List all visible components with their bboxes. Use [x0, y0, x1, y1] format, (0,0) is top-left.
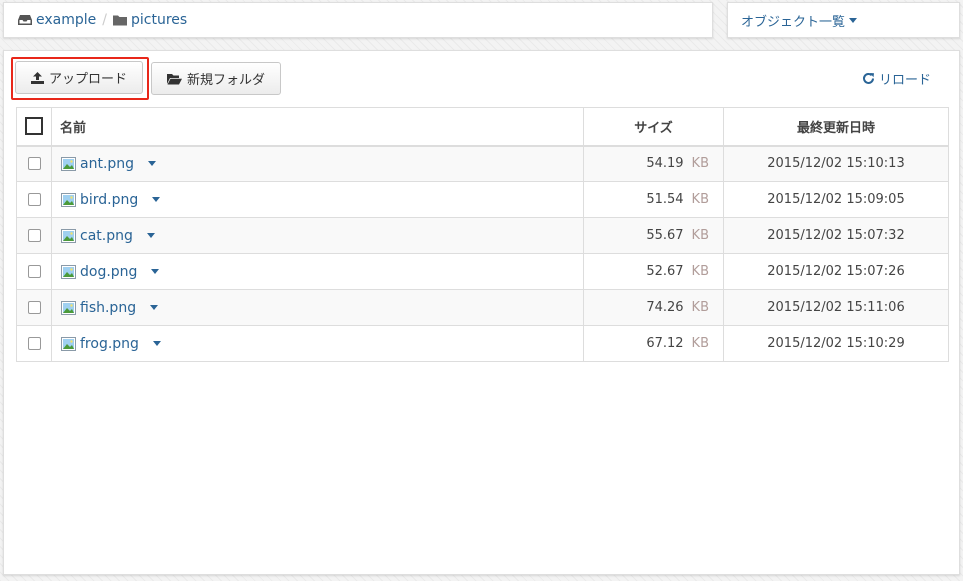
- file-modified-cell: 2015/12/02 15:10:29: [723, 325, 949, 362]
- row-checkbox[interactable]: [27, 265, 41, 278]
- table-row: frog.png 67.12 KB 2015/12/02 15:10:29: [16, 325, 949, 362]
- chevron-down-icon[interactable]: [152, 197, 161, 202]
- upload-icon: [30, 71, 44, 84]
- file-size-value: 74.26: [646, 300, 684, 315]
- file-size-value: 51.54: [646, 192, 684, 207]
- file-size-cell: 55.67 KB: [583, 217, 724, 254]
- file-modified-cell: 2015/12/02 15:09:05: [723, 181, 949, 218]
- row-checkbox[interactable]: [27, 229, 41, 242]
- row-select-cell: [16, 217, 52, 254]
- row-select-cell: [16, 181, 52, 218]
- file-size-cell: 54.19 KB: [583, 145, 724, 182]
- image-file-icon: [61, 336, 76, 351]
- file-table: 名前 サイズ 最終更新日時 ant.png 54.19 KB 2015/12/0…: [16, 107, 949, 362]
- table-row: ant.png 54.19 KB 2015/12/02 15:10:13: [16, 145, 949, 182]
- chevron-down-icon[interactable]: [148, 161, 157, 167]
- image-file-icon: [61, 300, 76, 315]
- file-size-unit: KB: [691, 228, 709, 243]
- objects-dropdown-label: オブジェクト一覧: [741, 14, 846, 30]
- objects-dropdown[interactable]: オブジェクト一覧: [728, 3, 959, 37]
- upload-button[interactable]: アップロード: [15, 61, 143, 94]
- objects-panel: オブジェクト一覧: [727, 2, 960, 38]
- select-all-checkbox[interactable]: [25, 117, 43, 136]
- row-select-cell: [16, 253, 52, 290]
- row-select-cell: [16, 325, 52, 362]
- file-name-cell: fish.png: [51, 289, 584, 326]
- image-file-icon: [61, 192, 76, 207]
- file-size-value: 54.19: [646, 156, 684, 172]
- column-header-name[interactable]: 名前: [51, 107, 584, 147]
- file-size-cell: 51.54 KB: [583, 181, 724, 218]
- row-checkbox[interactable]: [27, 337, 41, 350]
- main-panel: アップロード 新規フォルダ リロード 名前 サイズ 最終更新日時 ant.png…: [3, 50, 960, 575]
- breadcrumb-root-label: example: [36, 12, 97, 28]
- file-link[interactable]: fish.png: [80, 300, 136, 316]
- file-link[interactable]: frog.png: [80, 336, 139, 352]
- image-file-icon: [61, 156, 76, 171]
- breadcrumb-panel: example / pictures: [3, 2, 713, 38]
- table-row: cat.png 55.67 KB 2015/12/02 15:07:32: [16, 217, 949, 254]
- file-name-cell: ant.png: [51, 145, 584, 182]
- file-size-cell: 52.67 KB: [583, 253, 724, 290]
- chevron-down-icon[interactable]: [151, 269, 160, 274]
- chevron-down-icon: [849, 17, 858, 23]
- file-size-value: 52.67: [646, 264, 684, 279]
- file-size-unit: KB: [691, 336, 709, 351]
- folder-open-icon: [166, 73, 182, 84]
- file-name-cell: frog.png: [51, 325, 584, 362]
- file-link[interactable]: dog.png: [80, 264, 137, 280]
- file-name-cell: dog.png: [51, 253, 584, 290]
- file-name-cell: bird.png: [51, 181, 584, 218]
- reload-button-label: リロード: [879, 73, 932, 88]
- new-folder-button-label: 新規フォルダ: [186, 73, 265, 88]
- breadcrumb-root[interactable]: example: [18, 12, 96, 28]
- file-size-unit: KB: [691, 264, 709, 279]
- row-select-cell: [16, 145, 52, 182]
- refresh-icon: [863, 72, 874, 84]
- table-row: bird.png 51.54 KB 2015/12/02 15:09:05: [16, 181, 949, 218]
- select-all-cell: [16, 107, 52, 147]
- breadcrumb-folder-label: pictures: [130, 12, 188, 28]
- file-size-unit: KB: [691, 192, 709, 207]
- image-file-icon: [61, 228, 76, 243]
- row-checkbox[interactable]: [27, 301, 41, 314]
- table-row: dog.png 52.67 KB 2015/12/02 15:07:26: [16, 253, 949, 290]
- row-select-cell: [16, 289, 52, 326]
- file-size-unit: KB: [691, 300, 709, 315]
- column-header-size[interactable]: サイズ: [583, 107, 724, 147]
- file-size-cell: 67.12 KB: [583, 325, 724, 362]
- chevron-down-icon[interactable]: [152, 341, 161, 346]
- chevron-down-icon[interactable]: [150, 305, 159, 310]
- reload-button[interactable]: リロード: [862, 69, 931, 88]
- breadcrumb: example / pictures: [4, 3, 712, 37]
- row-checkbox[interactable]: [27, 193, 41, 206]
- file-size-unit: KB: [691, 156, 709, 172]
- file-size-cell: 74.26 KB: [583, 289, 724, 326]
- file-link[interactable]: bird.png: [80, 192, 138, 208]
- file-name-cell: cat.png: [51, 217, 584, 254]
- breadcrumb-folder[interactable]: pictures: [112, 12, 188, 28]
- column-header-modified[interactable]: 最終更新日時: [723, 107, 949, 147]
- image-file-icon: [61, 264, 76, 279]
- inbox-icon: [18, 15, 32, 25]
- folder-icon: [112, 15, 127, 26]
- new-folder-button[interactable]: 新規フォルダ: [151, 62, 281, 95]
- table-row: fish.png 74.26 KB 2015/12/02 15:11:06: [16, 289, 949, 326]
- chevron-down-icon[interactable]: [146, 233, 155, 238]
- breadcrumb-separator: /: [102, 12, 107, 28]
- file-modified-cell: 2015/12/02 15:11:06: [723, 289, 949, 326]
- row-checkbox[interactable]: [27, 157, 41, 171]
- file-link[interactable]: cat.png: [80, 228, 133, 244]
- upload-button-label: アップロード: [48, 72, 127, 87]
- file-modified-cell: 2015/12/02 15:10:13: [723, 145, 949, 182]
- file-size-value: 67.12: [646, 336, 684, 351]
- file-link[interactable]: ant.png: [80, 156, 134, 172]
- file-modified-cell: 2015/12/02 15:07:26: [723, 253, 949, 290]
- table-header-row: 名前 サイズ 最終更新日時: [16, 107, 949, 147]
- file-size-value: 55.67: [646, 228, 684, 243]
- file-modified-cell: 2015/12/02 15:07:32: [723, 217, 949, 254]
